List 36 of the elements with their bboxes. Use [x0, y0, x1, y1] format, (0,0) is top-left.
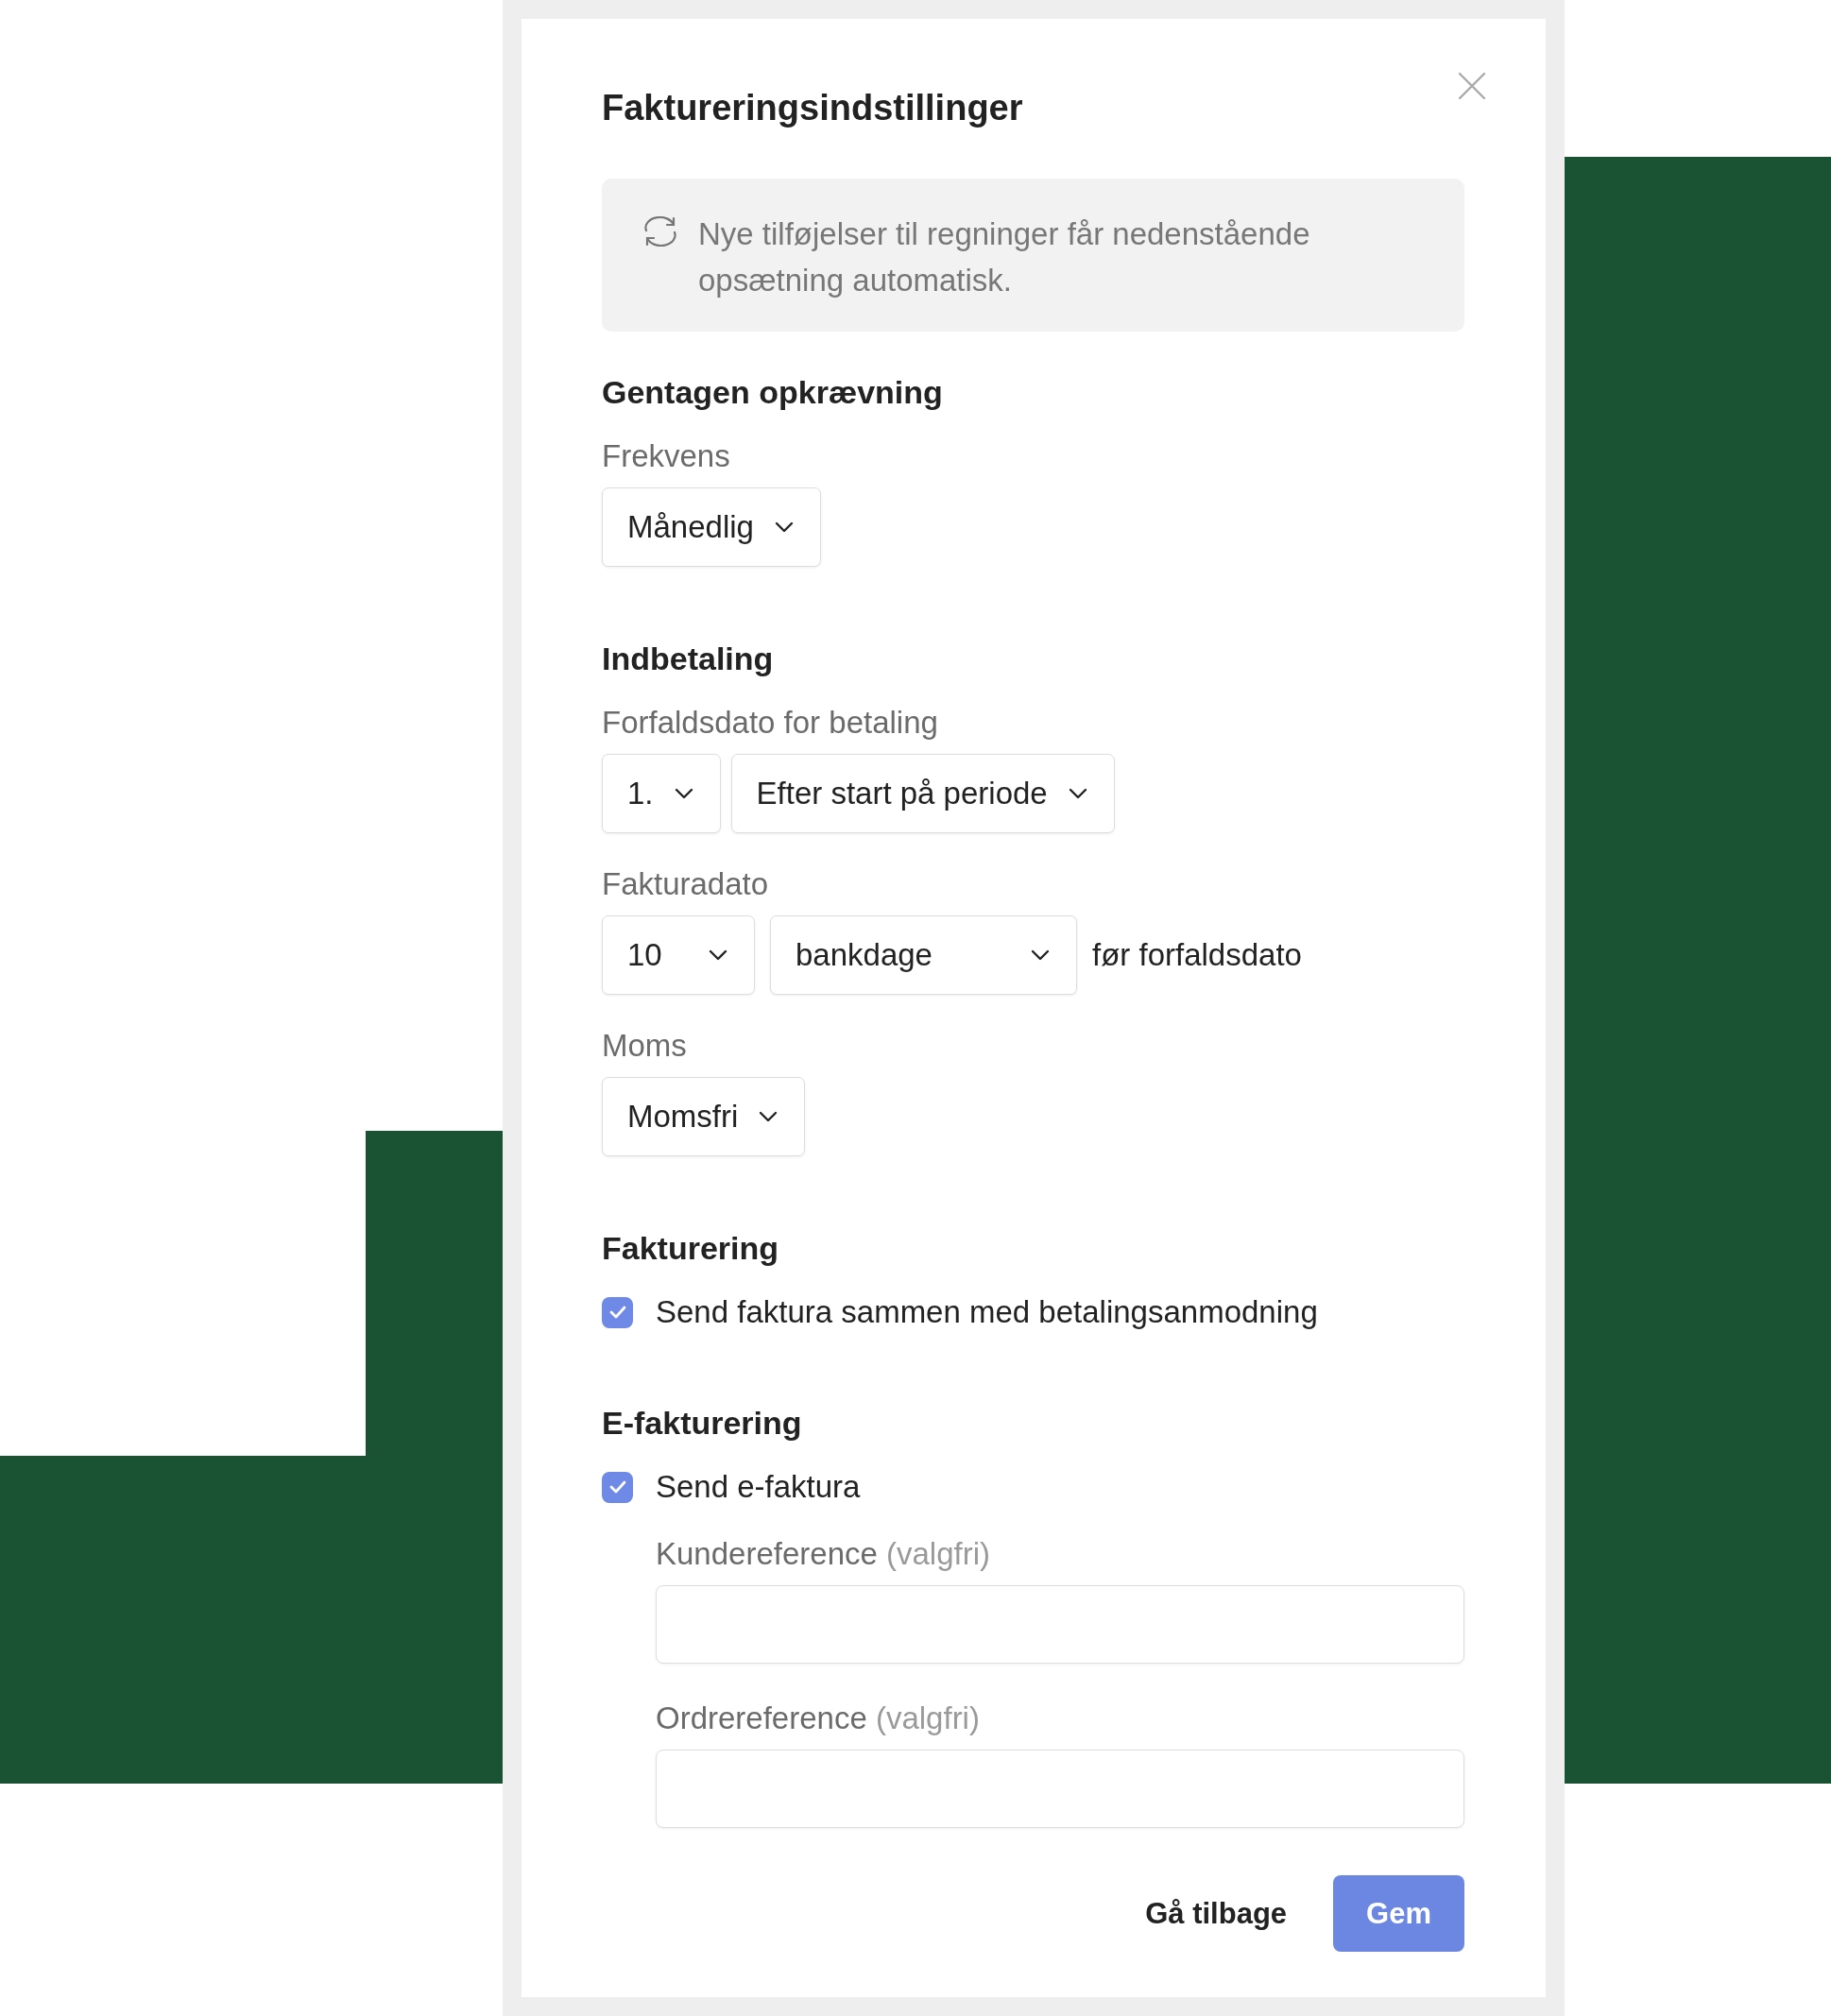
field-label: Kundereference (valgfri) [656, 1535, 991, 1573]
close-icon[interactable] [1458, 72, 1486, 100]
chevron-down-icon [1068, 788, 1087, 799]
dropdown[interactable]: Efter start på periode [730, 754, 1115, 833]
checkbox-label: Send e-faktura [656, 1468, 861, 1506]
refresh-icon [642, 216, 678, 247]
field-label: Forfaldsdato for betaling [602, 704, 938, 742]
text-input[interactable] [656, 1585, 1464, 1664]
back-button[interactable]: Gå tilbage [1145, 1875, 1288, 1952]
text-input[interactable] [656, 1750, 1464, 1828]
field-label: Ordrereference (valgfri) [656, 1700, 980, 1737]
checkmark-icon [608, 1480, 626, 1494]
dropdown[interactable]: bankdage [770, 915, 1077, 995]
field-label: Moms [602, 1027, 687, 1065]
suffix-label: før forfaldsdato [1092, 936, 1302, 974]
checkmark-icon [608, 1306, 626, 1319]
section-heading: Indbetaling [602, 640, 774, 678]
dropdown[interactable]: 10 [602, 915, 755, 995]
checkbox[interactable] [602, 1471, 633, 1503]
dropdown[interactable]: 1. [602, 754, 721, 833]
section-heading: Gentagen opkrævning [602, 373, 943, 412]
chevron-down-icon [759, 1111, 779, 1122]
checkbox[interactable] [602, 1296, 633, 1328]
dialog-title: Faktureringsindstillinger [602, 87, 1023, 129]
section-heading: E-fakturering [602, 1404, 802, 1443]
info-message: Nye tilføjelser til regninger får nedenstående opsætning automatisk. [698, 215, 1311, 299]
dropdown[interactable]: Momsfri [602, 1077, 806, 1156]
dropdown[interactable]: Månedlig [602, 487, 821, 567]
field-label: Fakturadato [602, 865, 769, 903]
chevron-down-icon [774, 521, 794, 533]
chevron-down-icon [1031, 949, 1050, 961]
chevron-down-icon [674, 788, 693, 799]
checkbox-label: Send faktura sammen med betalingsanmodning [656, 1293, 1318, 1331]
section-heading: Fakturering [602, 1229, 779, 1268]
chevron-down-icon [709, 949, 727, 961]
field-label: Frekvens [602, 437, 730, 475]
